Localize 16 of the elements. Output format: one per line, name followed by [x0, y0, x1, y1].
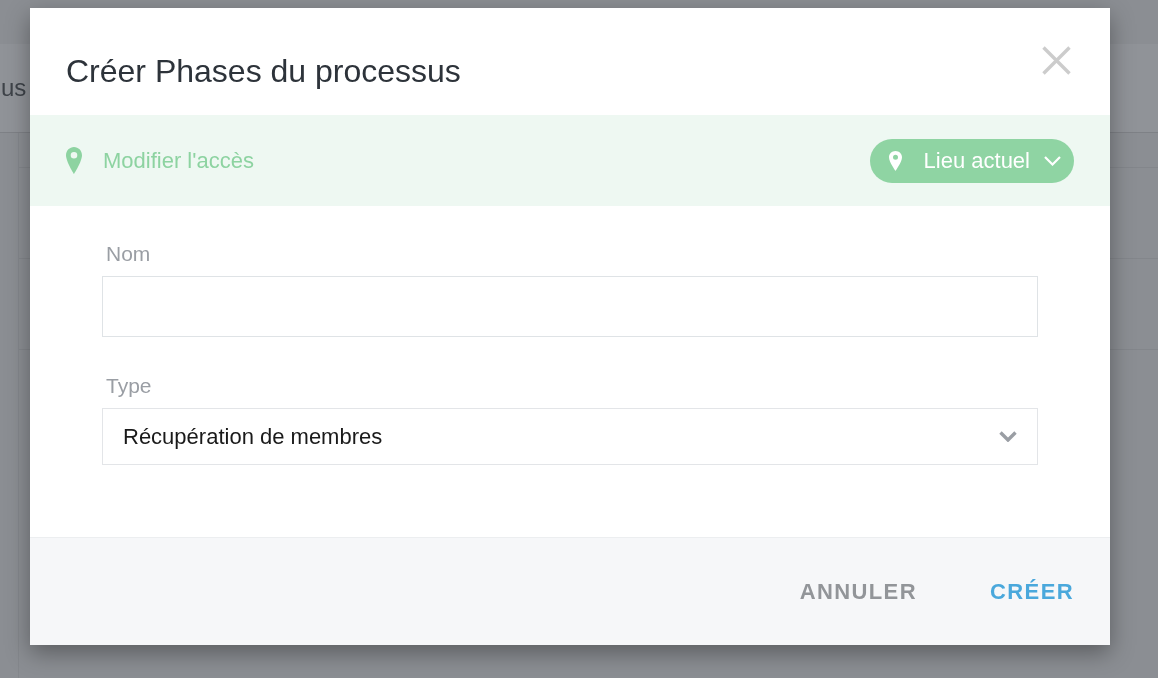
modify-access-link[interactable]: Modifier l'accès: [66, 147, 254, 174]
location-dropdown-button[interactable]: Lieu actuel: [869, 138, 1074, 183]
background-text: us: [1, 74, 27, 102]
cancel-button[interactable]: ANNULER: [789, 570, 927, 613]
select-dropdown[interactable]: Récupération de membres: [102, 408, 1038, 465]
map-pin-icon: [66, 147, 82, 174]
text-input[interactable]: [102, 276, 1038, 337]
field-label: Type: [106, 374, 152, 398]
field-label: Nom: [106, 242, 151, 266]
close-icon: [1042, 46, 1071, 75]
close-button[interactable]: [1042, 46, 1071, 75]
map-pin-icon: [888, 150, 902, 171]
chevron-down-icon: [999, 431, 1017, 442]
dialog-title: Créer Phases du processus: [66, 53, 461, 90]
chevron-down-icon: [1044, 155, 1061, 166]
create-button[interactable]: CRÉER: [980, 570, 1084, 613]
